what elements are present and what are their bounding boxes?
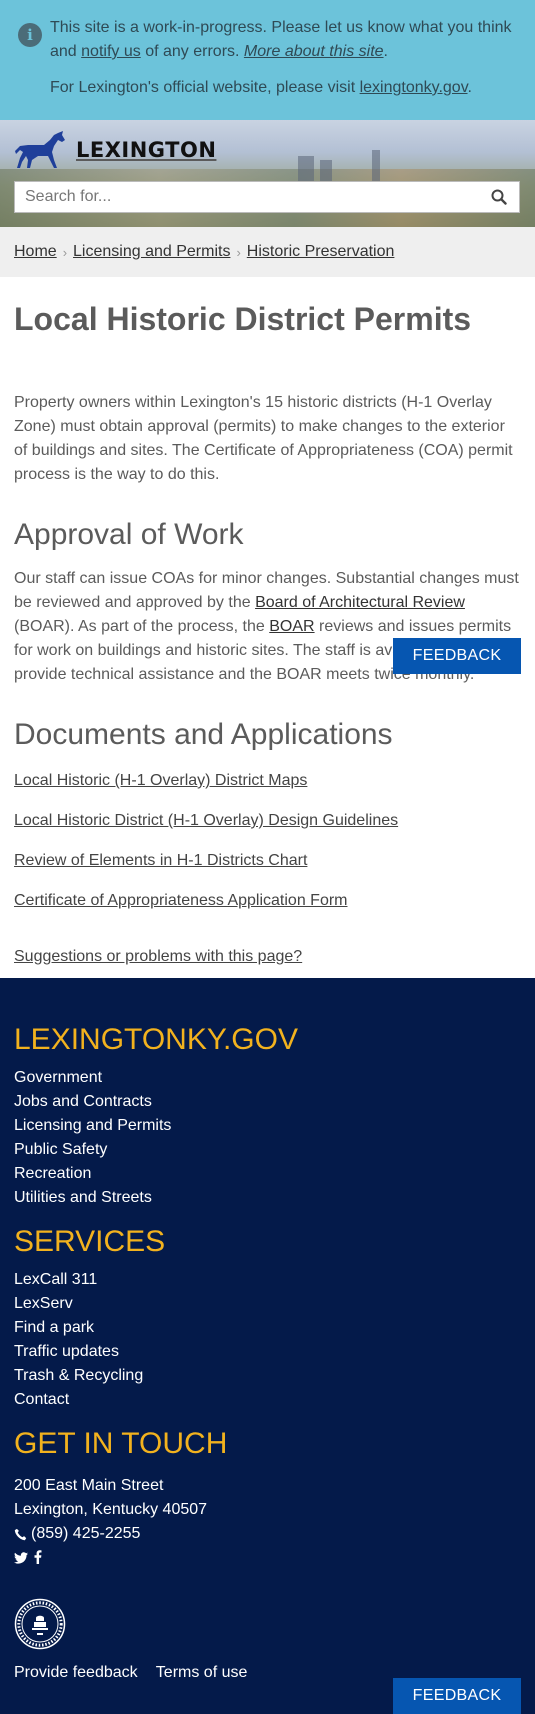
official-site-notice: For Lexington's official website, please… — [50, 76, 521, 100]
list-item: Recreation — [14, 1162, 521, 1186]
phone-icon — [14, 1528, 27, 1540]
footer-address: 200 East Main Street Lexington, Kentucky… — [14, 1474, 521, 1570]
suggestions-link[interactable]: Suggestions or problems with this page? — [14, 948, 302, 965]
brand-name: LEXINGTON — [76, 138, 217, 162]
list-item: Public Safety — [14, 1138, 521, 1162]
list-item: Contact — [14, 1388, 521, 1412]
list-item: Certificate of Appropriateness Applicati… — [14, 889, 521, 913]
footer-link-lexserv[interactable]: LexServ — [14, 1295, 73, 1312]
search-button[interactable] — [479, 182, 519, 212]
chevron-right-icon: › — [62, 244, 68, 260]
site-footer: LEXINGTONKY.GOV Government Jobs and Cont… — [0, 978, 535, 1714]
breadcrumb: Home › Licensing and Permits › Historic … — [0, 227, 535, 277]
list-item: Review of Elements in H-1 Districts Char… — [14, 849, 521, 873]
footer-link-contact[interactable]: Contact — [14, 1391, 69, 1408]
official-site-link[interactable]: lexingtonky.gov — [360, 79, 468, 96]
breadcrumb-home[interactable]: Home — [14, 243, 57, 261]
footer-gov-heading: LEXINGTONKY.GOV — [14, 1023, 298, 1056]
more-about-site-link[interactable]: More about this site — [244, 43, 384, 60]
approval-heading: Approval of Work — [14, 518, 244, 551]
list-item: Find a park — [14, 1316, 521, 1340]
notice-text-end: . — [383, 43, 388, 60]
suggestions-line: Suggestions or problems with this page? — [14, 945, 521, 969]
list-item: Local Historic (H-1 Overlay) District Ma… — [14, 769, 521, 793]
footer-link-trash[interactable]: Trash & Recycling — [14, 1367, 143, 1384]
chevron-right-icon: › — [236, 244, 241, 260]
address-line-2: Lexington, Kentucky 40507 — [14, 1501, 208, 1518]
review-elements-chart-link[interactable]: Review of Elements in H-1 Districts Char… — [14, 852, 307, 869]
twitter-icon — [14, 1552, 28, 1564]
phone-line: (859) 425-2255 — [14, 1522, 521, 1546]
footer-contact-heading: GET IN TOUCH — [14, 1427, 228, 1460]
notice-message: This site is a work-in-progress. Please … — [50, 16, 521, 64]
terms-of-use-link[interactable]: Terms of use — [156, 1664, 248, 1681]
breadcrumb-historic-preservation[interactable]: Historic Preservation — [247, 243, 395, 261]
list-item: LexCall 311 — [14, 1268, 521, 1292]
list-item: LexServ — [14, 1292, 521, 1316]
footer-link-public-safety[interactable]: Public Safety — [14, 1141, 107, 1158]
documents-list: Local Historic (H-1 Overlay) District Ma… — [14, 769, 521, 913]
phone-link[interactable]: (859) 425-2255 — [31, 1522, 140, 1546]
footer-link-recreation[interactable]: Recreation — [14, 1165, 91, 1182]
city-seal-icon — [14, 1598, 66, 1650]
footer-gov-links: Government Jobs and Contracts Licensing … — [14, 1066, 521, 1210]
feedback-button-bottom[interactable]: FEEDBACK — [393, 1678, 521, 1714]
list-item: Licensing and Permits — [14, 1114, 521, 1138]
footer-link-utilities[interactable]: Utilities and Streets — [14, 1189, 152, 1206]
intro-paragraph: Property owners within Lexington's 15 hi… — [14, 394, 513, 483]
notify-us-link[interactable]: notify us — [81, 43, 141, 60]
main-content: Local Historic District Permits Property… — [0, 299, 535, 969]
search-icon — [491, 189, 507, 205]
feedback-button[interactable]: FEEDBACK — [393, 638, 521, 674]
list-item: Local Historic District (H-1 Overlay) De… — [14, 809, 521, 833]
list-item: Traffic updates — [14, 1340, 521, 1364]
documents-heading: Documents and Applications — [14, 718, 393, 751]
approval-text-2: (BOAR). As part of the process, the — [14, 618, 265, 635]
footer-services-heading: SERVICES — [14, 1225, 166, 1258]
home-logo-link[interactable]: LEXINGTON — [14, 130, 216, 170]
board-of-architectural-review-link[interactable]: Board of Architectural Review — [255, 594, 465, 611]
search-box — [14, 181, 520, 213]
footer-link-jobs[interactable]: Jobs and Contracts — [14, 1093, 152, 1110]
official-site-text: For Lexington's official website, please… — [50, 79, 356, 96]
list-item: Utilities and Streets — [14, 1186, 521, 1210]
site-header: LEXINGTON — [0, 120, 535, 227]
address-line-1: 200 East Main Street — [14, 1477, 164, 1494]
list-item: Jobs and Contracts — [14, 1090, 521, 1114]
footer-link-lexcall[interactable]: LexCall 311 — [14, 1271, 97, 1288]
horse-icon — [15, 131, 65, 168]
social-links — [14, 1550, 521, 1570]
facebook-icon — [34, 1550, 42, 1564]
twitter-link[interactable] — [14, 1548, 28, 1572]
provide-feedback-link[interactable]: Provide feedback — [14, 1664, 138, 1681]
district-maps-link[interactable]: Local Historic (H-1 Overlay) District Ma… — [14, 772, 307, 789]
footer-services-links: LexCall 311 LexServ Find a park Traffic … — [14, 1268, 521, 1412]
list-item: Trash & Recycling — [14, 1364, 521, 1388]
footer-link-government[interactable]: Government — [14, 1069, 102, 1086]
design-guidelines-link[interactable]: Local Historic District (H-1 Overlay) De… — [14, 812, 398, 829]
search-input[interactable] — [15, 182, 479, 212]
official-site-text-end: . — [467, 79, 472, 96]
boar-link[interactable]: BOAR — [269, 618, 314, 635]
footer-link-licensing[interactable]: Licensing and Permits — [14, 1117, 171, 1134]
page-title: Local Historic District Permits — [14, 301, 472, 337]
footer-link-find-park[interactable]: Find a park — [14, 1319, 94, 1336]
site-notice-banner: i This site is a work-in-progress. Pleas… — [0, 0, 535, 120]
notice-text-middle: of any errors. — [145, 43, 240, 60]
info-icon: i — [18, 23, 42, 47]
list-item: Government — [14, 1066, 521, 1090]
facebook-link[interactable] — [34, 1548, 42, 1572]
footer-link-traffic[interactable]: Traffic updates — [14, 1343, 119, 1360]
coa-application-form-link[interactable]: Certificate of Appropriateness Applicati… — [14, 892, 348, 909]
breadcrumb-licensing-permits[interactable]: Licensing and Permits — [73, 243, 230, 261]
